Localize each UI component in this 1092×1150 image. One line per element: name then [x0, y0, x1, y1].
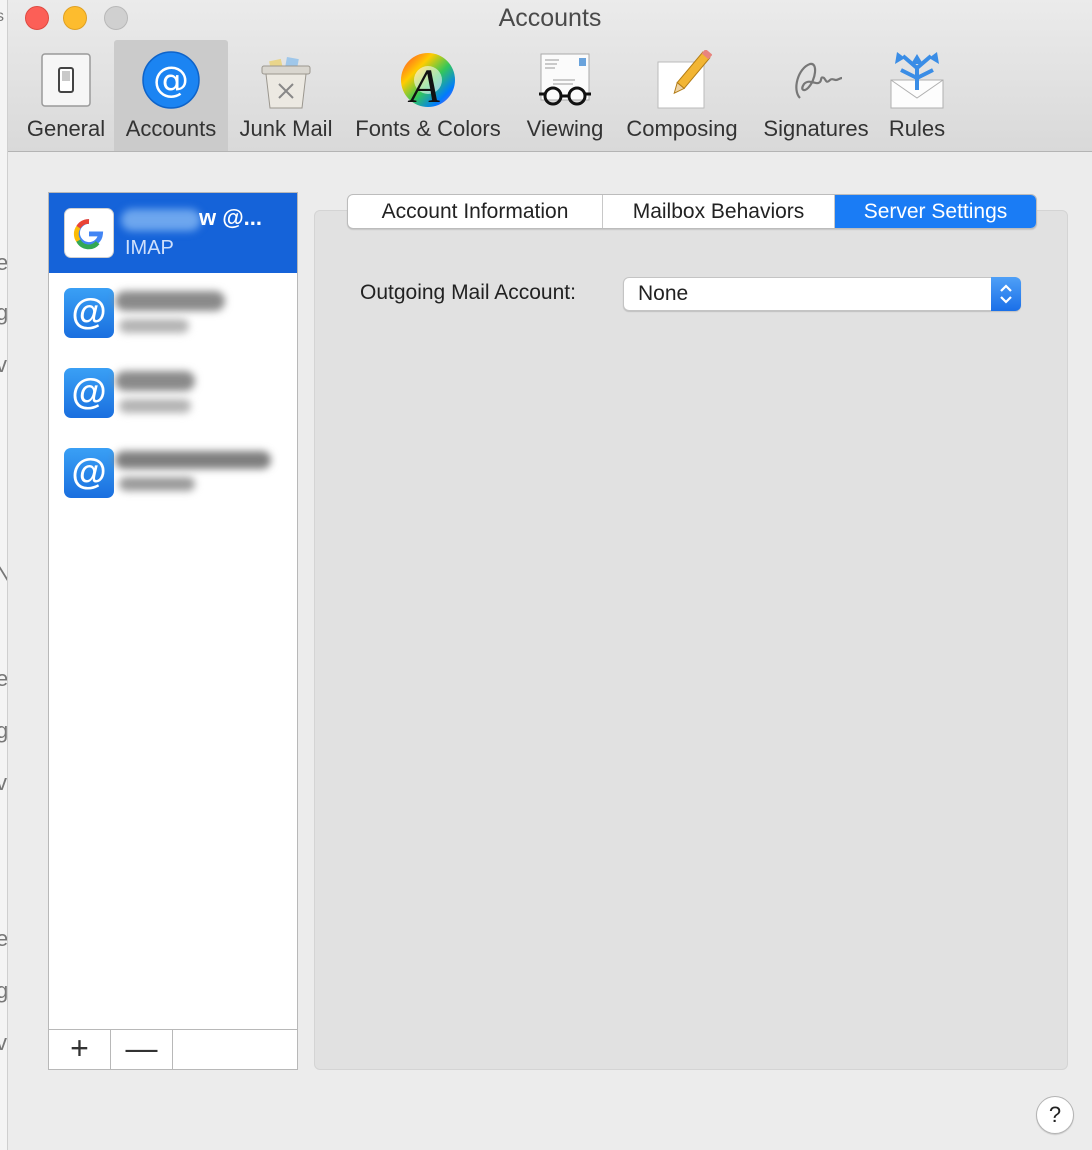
svg-text:@: @ — [153, 60, 189, 101]
account-settings-panel — [314, 210, 1068, 1070]
trash-can-icon — [261, 57, 311, 109]
svg-text:A: A — [407, 60, 440, 110]
at-sign-icon: @ — [64, 368, 114, 418]
add-account-button[interactable]: + — [49, 1030, 111, 1069]
google-icon — [64, 208, 114, 258]
toolbar-rules-label: Rules — [888, 116, 946, 141]
toolbar-signatures[interactable]: Signatures — [756, 40, 876, 151]
at-sign-icon: @ — [64, 288, 114, 338]
glasses-icon — [539, 53, 591, 106]
pencil-paper-icon — [657, 50, 712, 109]
tab-mailbox-behaviors[interactable]: Mailbox Behaviors — [603, 195, 835, 228]
redacted-account-type — [119, 477, 195, 491]
outgoing-mail-account-label: Outgoing Mail Account: — [360, 281, 576, 304]
outgoing-mail-account-value: None — [638, 282, 689, 305]
account-name: w @... — [199, 205, 263, 230]
toolbar-junk-mail[interactable]: Junk Mail — [234, 40, 338, 151]
redacted-account-name — [115, 371, 195, 391]
chevron-up-down-icon — [991, 277, 1021, 311]
toolbar-rules[interactable]: Rules — [880, 40, 954, 151]
color-wheel-icon: A — [401, 53, 455, 110]
toolbar-general[interactable]: General — [16, 40, 116, 151]
background-window-edge: s e g v N e g v e g v — [0, 0, 8, 1150]
toolbar-fonts-colors-label: Fonts & Colors — [355, 116, 501, 141]
window-title: Accounts — [498, 4, 602, 32]
account-type: IMAP — [125, 237, 174, 259]
account-row-gmail[interactable]: w @... IMAP — [49, 193, 297, 273]
signature-icon — [795, 62, 843, 99]
redacted-account-name — [115, 451, 271, 469]
redacted-account-type — [119, 319, 189, 333]
accounts-list: w @... IMAP @ @ @ + — — [48, 192, 298, 1070]
toolbar-composing-label: Composing — [626, 116, 738, 141]
at-sign-icon: @ — [64, 448, 114, 498]
toolbar-viewing[interactable]: Viewing — [514, 40, 616, 151]
outgoing-mail-account-select[interactable]: None — [623, 277, 1021, 311]
redacted-account-name — [115, 291, 225, 311]
at-sign-icon: @ — [142, 51, 200, 109]
preferences-window: Accounts General @ Accounts Junk Mail A … — [8, 0, 1092, 1150]
tab-server-settings[interactable]: Server Settings — [835, 195, 1036, 228]
help-button[interactable]: ? — [1036, 1096, 1074, 1134]
settings-tabs: Account Information Mailbox Behaviors Se… — [347, 194, 1037, 229]
toolbar-junk-mail-label: Junk Mail — [239, 116, 333, 141]
toolbar-fonts-colors[interactable]: A Fonts & Colors — [346, 40, 510, 151]
redacted-account-type — [119, 399, 191, 413]
toolbar: Accounts General @ Accounts Junk Mail A … — [8, 0, 1092, 152]
toolbar-accounts-label: Accounts — [125, 116, 217, 141]
switch-icon — [41, 53, 91, 107]
redacted-account-name — [121, 209, 201, 231]
account-row[interactable]: @ — [49, 353, 297, 433]
toolbar-viewing-label: Viewing — [526, 116, 604, 141]
account-row[interactable]: @ — [49, 273, 297, 353]
toolbar-signatures-label: Signatures — [763, 116, 869, 141]
rules-envelope-icon — [890, 52, 944, 109]
account-row[interactable]: @ — [49, 433, 297, 513]
accounts-list-footer: + — — [49, 1029, 297, 1069]
tab-account-information[interactable]: Account Information — [348, 195, 603, 228]
remove-account-button[interactable]: — — [111, 1030, 173, 1069]
toolbar-composing[interactable]: Composing — [620, 40, 744, 151]
toolbar-accounts[interactable]: @ Accounts — [114, 40, 228, 151]
toolbar-general-label: General — [26, 116, 106, 141]
